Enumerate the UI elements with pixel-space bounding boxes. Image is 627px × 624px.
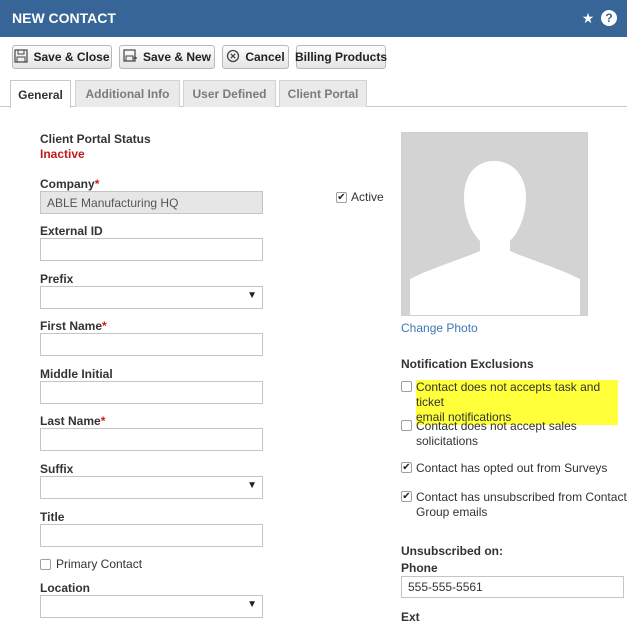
ext-label: Ext: [401, 610, 420, 624]
company-field: ABLE Manufacturing HQ: [40, 191, 263, 214]
notification-item-sales[interactable]: Contact does not accept sales solicitatio…: [401, 419, 577, 449]
phone-label: Phone: [401, 561, 438, 575]
portal-status-value: Inactive: [40, 147, 85, 161]
unsubscribed-on-label: Unsubscribed on:: [401, 544, 504, 558]
save-new-icon: [123, 48, 138, 66]
portal-status-label: Client Portal Status: [40, 132, 151, 146]
title-label: Title: [40, 510, 65, 524]
active-label: Active: [351, 190, 384, 204]
primary-contact-checkbox[interactable]: [40, 559, 51, 570]
contact-group-checkbox[interactable]: ✔: [401, 491, 412, 502]
save-close-button[interactable]: Save & Close: [12, 45, 112, 69]
dropdown-arrow-icon: ▼: [247, 480, 257, 491]
first-name-input[interactable]: [40, 333, 263, 356]
last-name-label: Last Name*: [40, 414, 106, 428]
dropdown-arrow-icon: ▼: [247, 599, 257, 610]
save-new-button[interactable]: Save & New: [119, 45, 215, 69]
external-id-input[interactable]: [40, 238, 263, 261]
sales-checkbox[interactable]: [401, 420, 412, 431]
save-new-label: Save & New: [142, 50, 212, 64]
primary-contact-row[interactable]: Primary Contact: [40, 557, 142, 572]
required-asterisk: *: [100, 414, 106, 428]
location-label: Location: [40, 581, 90, 595]
middle-initial-input[interactable]: [40, 381, 263, 404]
title-input[interactable]: [40, 524, 263, 547]
change-photo-link[interactable]: Change Photo: [401, 321, 478, 335]
billing-products-button[interactable]: Billing Products: [295, 45, 388, 69]
first-name-label: First Name*: [40, 319, 107, 333]
tab-user-defined[interactable]: User Defined: [183, 80, 276, 107]
notification-item-surveys[interactable]: ✔ Contact has opted out from Surveys: [401, 461, 607, 476]
required-asterisk: *: [102, 319, 107, 333]
notification-item-contact-group[interactable]: ✔ Contact has unsubscribed from Contact G…: [401, 490, 627, 520]
cancel-button[interactable]: Cancel: [222, 45, 289, 69]
cancel-circle-icon: [226, 49, 240, 66]
primary-contact-label: Primary Contact: [56, 557, 143, 571]
floppy-disk-icon: [14, 48, 29, 66]
suffix-label: Suffix: [40, 462, 74, 476]
company-label: Company*: [40, 177, 100, 191]
person-silhouette-icon: [402, 133, 587, 315]
prefix-label: Prefix: [40, 272, 74, 286]
task-ticket-checkbox[interactable]: [401, 381, 412, 392]
sales-label: Contact does not accept sales solicitatio…: [416, 419, 577, 448]
contact-photo: [401, 132, 588, 316]
help-icon[interactable]: ?: [601, 10, 617, 26]
billing-products-label: Billing Products: [295, 50, 388, 64]
star-icon[interactable]: ★: [580, 10, 596, 26]
tab-client-portal[interactable]: Client Portal: [279, 80, 367, 107]
notification-exclusions-heading: Notification Exclusions: [401, 357, 534, 371]
active-checkbox-row[interactable]: ✔ Active: [336, 190, 384, 205]
save-close-label: Save & Close: [33, 50, 110, 64]
phone-input[interactable]: 555-555-5561: [401, 576, 624, 598]
external-id-label: External ID: [40, 224, 103, 238]
active-checkbox[interactable]: ✔: [336, 192, 347, 203]
page-title: NEW CONTACT: [12, 10, 116, 26]
tab-general[interactable]: General: [10, 80, 71, 108]
contact-group-label: Contact has unsubscribed from Contact Gro…: [416, 490, 627, 519]
tab-additional-info[interactable]: Additional Info: [75, 80, 180, 107]
required-asterisk: *: [94, 177, 100, 191]
dropdown-arrow-icon: ▼: [247, 290, 257, 301]
surveys-checkbox[interactable]: ✔: [401, 462, 412, 473]
cancel-label: Cancel: [245, 50, 285, 64]
middle-initial-label: Middle Initial: [40, 367, 113, 381]
suffix-select[interactable]: ▼: [40, 476, 263, 499]
prefix-select[interactable]: ▼: [40, 286, 263, 309]
surveys-label: Contact has opted out from Surveys: [416, 461, 608, 475]
last-name-input[interactable]: [40, 428, 263, 451]
location-select[interactable]: ▼: [40, 595, 263, 618]
